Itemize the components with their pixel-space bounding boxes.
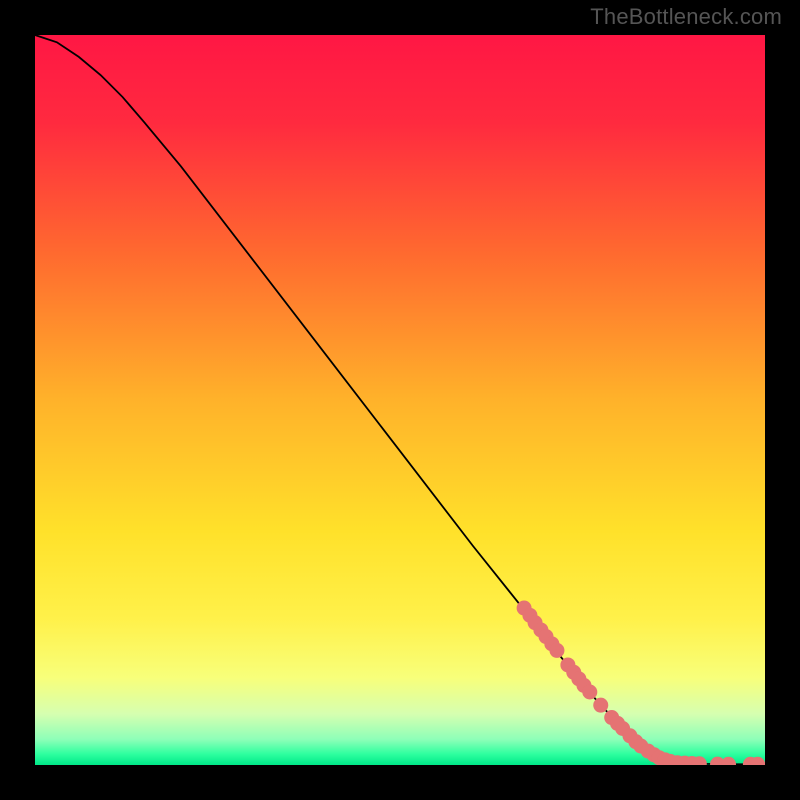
chart-background [35, 35, 765, 765]
scatter-point [593, 698, 608, 713]
watermark-text: TheBottleneck.com [590, 4, 782, 30]
scatter-point [582, 685, 597, 700]
chart-container: TheBottleneck.com [0, 0, 800, 800]
scatter-point [549, 643, 564, 658]
chart-svg [35, 35, 765, 765]
